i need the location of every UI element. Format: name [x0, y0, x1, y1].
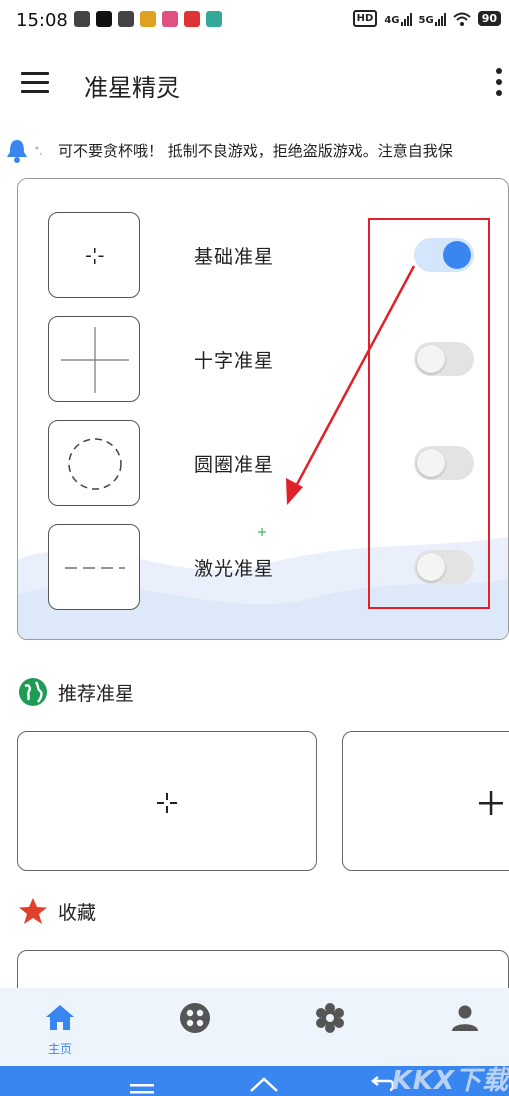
crosshair-label: 激光准星	[194, 558, 275, 580]
recommend-section-header: 推荐准星	[18, 677, 134, 707]
crosshair-toggle[interactable]	[414, 446, 474, 480]
nav-item-profile[interactable]	[430, 988, 500, 1066]
notice-text: 可不要贪杯哦！ 抵制不良游戏，拒绝盗版游戏。注意自我保	[58, 142, 453, 160]
message-icon	[118, 11, 134, 27]
crosshair-toggle[interactable]	[414, 342, 474, 376]
nav-label-home: 主页	[47, 1042, 72, 1056]
system-menu-icon[interactable]	[130, 1080, 156, 1094]
crosshair-label: 圆圈准星	[194, 454, 275, 476]
crosshair-row: 激光准星	[18, 524, 508, 614]
recommend-card-plus[interactable]	[342, 731, 509, 871]
person-icon	[452, 1005, 478, 1031]
crosshair-preview-dot[interactable]	[48, 212, 140, 298]
status-bar: 15:08 HD 4G 5G 90	[0, 0, 509, 42]
nav-item-games[interactable]	[160, 988, 230, 1066]
bottom-navigation: 主页	[0, 988, 509, 1066]
nav-item-home[interactable]: 主页	[25, 988, 95, 1066]
home-icon	[46, 1005, 74, 1030]
crosshair-card: 基础准星 十字准星 圆圈准星 激光准星	[17, 178, 509, 640]
globe-icon	[19, 678, 47, 706]
more-options-icon[interactable]	[495, 68, 503, 96]
status-indicators: HD 4G 5G 90	[352, 10, 501, 27]
gear-icon	[316, 1003, 344, 1033]
tiktok-icon	[96, 11, 112, 27]
crosshair-toggle[interactable]	[414, 550, 474, 584]
hd-badge: HD	[352, 10, 378, 27]
crosshair-preview-circle[interactable]	[48, 420, 140, 506]
screen: 15:08 HD 4G 5G 90 准星精灵 可不要贪杯哦！ 抵制不良游戏，拒绝…	[0, 0, 509, 1096]
crosshair-preview-cross[interactable]	[48, 316, 140, 402]
crosshair-toggle[interactable]	[414, 238, 474, 272]
circle-crosshair-icon	[68, 438, 122, 490]
favorites-title: 收藏	[58, 901, 97, 924]
app-bar: 准星精灵	[0, 50, 509, 114]
app-notification-icon	[140, 11, 156, 27]
notification-icons	[74, 11, 222, 27]
signal-4g: 4G	[384, 12, 412, 26]
cross-crosshair-icon	[61, 327, 129, 393]
app-notification-icon	[74, 11, 90, 27]
status-time: 15:08	[16, 10, 68, 31]
crosshair-preview-laser[interactable]	[48, 524, 140, 610]
nav-item-settings[interactable]	[295, 988, 365, 1066]
signal-bars-icon	[434, 12, 446, 26]
dot-crosshair-icon	[86, 248, 104, 264]
crosshair-label: 十字准星	[194, 350, 275, 372]
toggle-knob	[443, 241, 471, 269]
app-notification-icon	[162, 11, 178, 27]
crosshair-row: 十字准星	[18, 316, 508, 406]
laser-crosshair-icon	[65, 567, 125, 569]
weibo-icon	[184, 11, 200, 27]
app-notification-icon	[206, 11, 222, 27]
signal-bars-icon	[400, 12, 412, 26]
toggle-knob	[417, 553, 445, 581]
notice-banner: 可不要贪杯哦！ 抵制不良游戏，拒绝盗版游戏。注意自我保	[0, 136, 509, 166]
watermark-logo: KKX下载	[391, 1066, 509, 1096]
signal-5g: 5G	[419, 12, 446, 26]
crosshair-row: 基础准星	[18, 212, 508, 302]
toggle-knob	[417, 345, 445, 373]
dot-crosshair-icon	[157, 793, 177, 813]
gamepad-icon	[180, 1003, 210, 1033]
favorites-section-header: 收藏	[18, 896, 96, 926]
wifi-icon	[453, 12, 471, 26]
bell-icon	[7, 140, 43, 163]
app-title: 准星精灵	[84, 74, 180, 102]
hamburger-menu-icon[interactable]	[21, 72, 49, 93]
plus-icon	[479, 791, 503, 815]
recommend-card-dot[interactable]	[17, 731, 317, 871]
battery-indicator: 90	[477, 11, 501, 26]
system-home-icon[interactable]	[249, 1076, 279, 1092]
toggle-knob	[417, 449, 445, 477]
crosshair-row: 圆圈准星	[18, 420, 508, 510]
recommend-title: 推荐准星	[58, 682, 135, 705]
star-icon	[19, 898, 47, 924]
crosshair-label: 基础准星	[194, 246, 275, 268]
